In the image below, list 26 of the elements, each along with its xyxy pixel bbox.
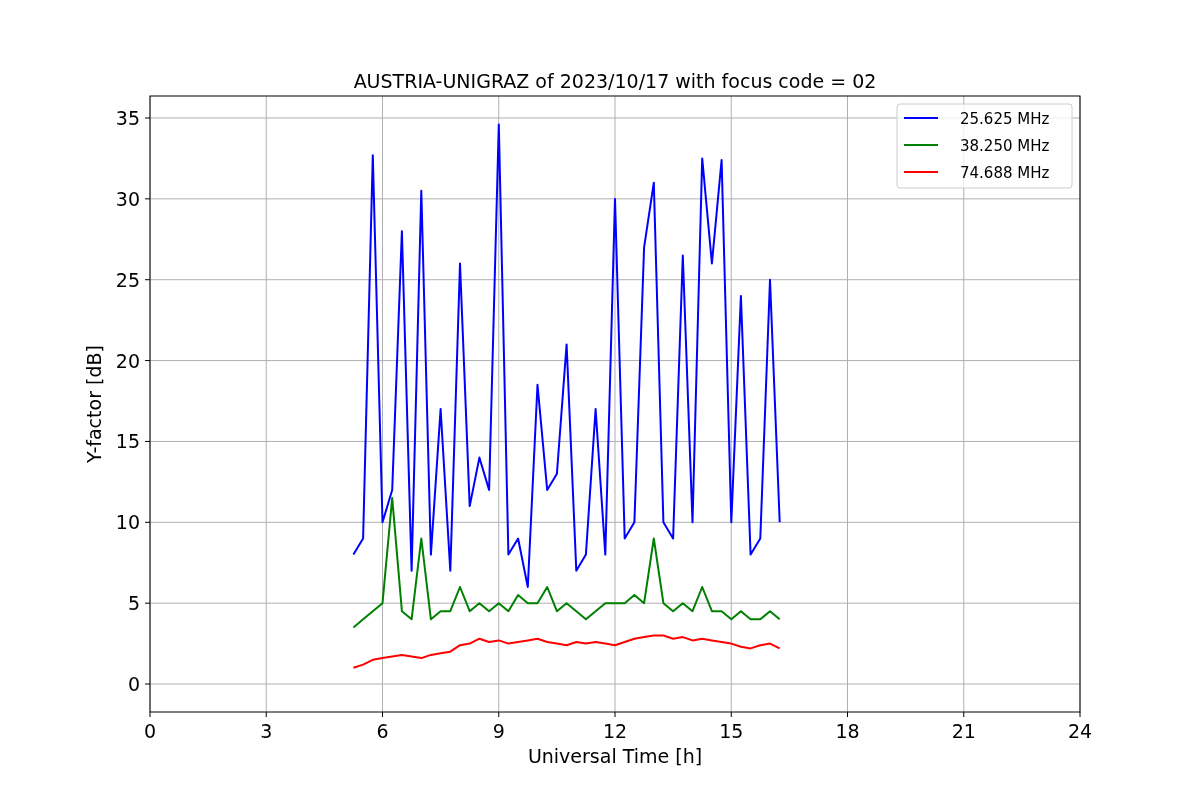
tick-label: 5 [127,592,140,615]
axis-label: Y-factor [dB] [83,345,105,463]
legend-line-icon [903,144,939,146]
tick-label: 30 [115,187,140,210]
tick-label: 3 [260,720,273,742]
tick-label: 35 [115,107,140,129]
legend-label: 74.688 MHz [960,164,1050,182]
tick-label: 6 [376,720,389,742]
tick-label: 10 [115,511,140,534]
legend-line-icon [903,171,939,173]
tick-label: 0 [143,720,157,742]
tick-label: 15 [115,430,140,453]
legend-label: 38.250 MHz [960,137,1050,155]
tick-label: 25 [115,268,140,291]
axis-label: Universal Time [h] [527,745,703,767]
tick-label: 24 [1067,720,1093,742]
legend-line-icon [903,117,939,119]
tick-label: 9 [492,720,505,742]
tick-label: 12 [602,720,628,742]
tick-label: 15 [719,720,744,742]
tick-label: 0 [127,673,140,695]
legend-label: 25.625 MHz [960,110,1050,128]
chart-title: AUSTRIA-UNIGRAZ of 2023/10/17 with focus code = 02 [353,70,877,92]
tick-label: 20 [115,349,140,372]
tick-label: 21 [951,720,976,742]
tick-label: 18 [835,720,860,742]
